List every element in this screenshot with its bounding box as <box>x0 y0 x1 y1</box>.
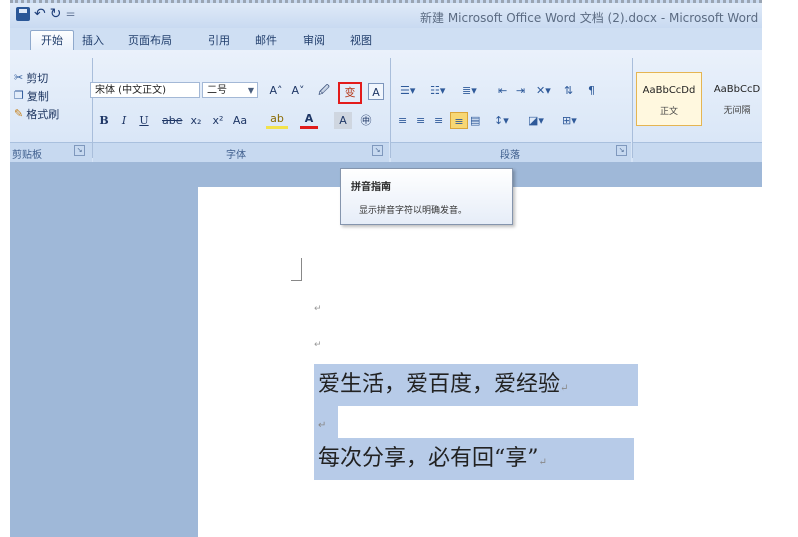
font-size-combo[interactable]: 二号 ▼ <box>202 82 258 98</box>
show-marks-icon[interactable]: ¶ <box>588 82 595 99</box>
clear-formatting-button[interactable]: 🖉 <box>316 82 332 99</box>
font-name-combo[interactable]: 宋体 (中文正文) <box>90 82 200 98</box>
decrease-indent-icon[interactable]: ⇤ <box>498 82 507 99</box>
style-normal[interactable]: AaBbCcDd 正文 <box>636 72 702 126</box>
numbering-icon[interactable]: ☷▾ <box>430 82 445 99</box>
phonetic-guide-tooltip: 拼音指南 显示拼音字符以明确发音。 <box>340 168 513 225</box>
tab-references[interactable]: 引用 <box>208 32 230 48</box>
distribute-icon[interactable]: ▤ <box>470 112 480 129</box>
highlight-color-button[interactable]: ab <box>266 112 288 129</box>
paragraph-dialog-launcher[interactable]: ↘ <box>616 145 627 156</box>
copy-button[interactable]: ❐ 复制 <box>14 88 49 104</box>
style-no-spacing[interactable]: AaBbCcD 无间隔 <box>704 72 762 126</box>
paragraph-mark: ↵ <box>560 383 569 394</box>
style-normal-preview: AaBbCcDd <box>642 85 696 96</box>
document-line-1-text: 爱生活，爱百度，爱经验 <box>318 372 561 397</box>
format-painter-button[interactable]: ✎ 格式刷 <box>14 106 59 122</box>
window-title: 新建 Microsoft Office Word 文档 (2).docx - M… <box>420 11 759 25</box>
clipboard-group-label: 剪贴板 <box>12 150 42 161</box>
paragraph-mark: ↵ <box>314 304 322 314</box>
bold-button[interactable]: B <box>96 112 112 129</box>
borders-icon[interactable]: ⊞▾ <box>562 112 577 129</box>
undo-icon[interactable]: ↶ <box>34 7 46 21</box>
italic-button[interactable]: I <box>116 112 132 129</box>
cut-button[interactable]: ✂ 剪切 <box>14 70 48 86</box>
customize-toolbar-icon[interactable]: = <box>65 7 75 21</box>
style-normal-name: 正文 <box>659 107 678 117</box>
save-icon[interactable] <box>16 7 30 21</box>
paragraph-mark: ↵ <box>538 457 547 468</box>
document-line-2-text: 每次分享，必有回“享” <box>318 446 539 471</box>
chinese-layout-icon[interactable]: ✕▾ <box>536 82 551 99</box>
selection-empty-line: ↵ <box>314 406 338 438</box>
font-name-value: 宋体 (中文正文) <box>95 85 166 96</box>
bullets-icon[interactable]: ☰▾ <box>400 82 415 99</box>
document-line-1[interactable]: 爱生活，爱百度，爱经验↵ <box>314 364 638 406</box>
strikethrough-button[interactable]: abe <box>162 112 183 129</box>
justify-icon[interactable]: ≡ <box>450 112 468 129</box>
tab-mailings[interactable]: 邮件 <box>255 32 277 48</box>
document-page[interactable] <box>198 187 762 537</box>
document-line-2[interactable]: 每次分享，必有回“享”↵ <box>314 438 634 480</box>
copy-icon: ❐ <box>14 89 24 102</box>
subscript-button[interactable]: x₂ <box>188 112 204 129</box>
change-case-button[interactable]: Aa <box>232 112 248 129</box>
character-border-button[interactable]: A <box>368 83 384 100</box>
redo-icon[interactable]: ↻ <box>50 7 62 21</box>
font-size-value: 二号 <box>207 85 227 96</box>
format-painter-label: 格式刷 <box>26 108 60 121</box>
align-right-icon[interactable]: ≡ <box>434 112 443 129</box>
clipboard-dialog-launcher[interactable]: ↘ <box>74 145 85 156</box>
grow-font-button[interactable]: A˄ <box>268 82 284 99</box>
cut-label: 剪切 <box>26 72 49 85</box>
quick-access-toolbar: ↶ ↻ = <box>16 7 76 21</box>
phonetic-highlight-box <box>338 82 362 104</box>
style-no-spacing-preview: AaBbCcD <box>713 84 761 95</box>
word-window: ↶ ↻ = 新建 Microsoft Office Word 文档 (2).do… <box>10 0 762 537</box>
tab-review[interactable]: 审阅 <box>303 32 325 48</box>
superscript-button[interactable]: x² <box>210 112 226 129</box>
paragraph-mark: ↵ <box>318 420 327 431</box>
align-center-icon[interactable]: ≡ <box>416 112 425 129</box>
tooltip-description: 显示拼音字符以明确发音。 <box>359 206 468 216</box>
line-spacing-icon[interactable]: ↕▾ <box>494 112 509 129</box>
shrink-font-button[interactable]: A˅ <box>290 82 306 99</box>
paragraph-mark: ↵ <box>314 340 322 350</box>
tab-insert[interactable]: 插入 <box>82 32 104 48</box>
margin-corner-mark <box>291 258 302 281</box>
align-left-icon[interactable]: ≡ <box>398 112 407 129</box>
character-shading-button[interactable]: A <box>334 112 352 129</box>
style-no-spacing-name: 无间隔 <box>723 106 751 116</box>
font-group-label: 字体 <box>226 150 246 161</box>
font-color-button[interactable]: A <box>300 112 318 129</box>
title-bar: ↶ ↻ = 新建 Microsoft Office Word 文档 (2).do… <box>10 0 762 28</box>
brush-icon: ✎ <box>14 107 24 120</box>
copy-label: 复制 <box>26 90 49 103</box>
multilevel-list-icon[interactable]: ≣▾ <box>462 82 477 99</box>
increase-indent-icon[interactable]: ⇥ <box>516 82 525 99</box>
tab-home[interactable]: 开始 <box>30 30 74 51</box>
font-dialog-launcher[interactable]: ↘ <box>372 145 383 156</box>
sort-icon[interactable]: ⇅ <box>564 82 573 99</box>
underline-button[interactable]: U <box>136 112 152 129</box>
scissors-icon: ✂ <box>14 71 24 84</box>
tooltip-title: 拼音指南 <box>351 182 391 193</box>
ribbon-tabs: 开始 插入 页面布局 引用 邮件 审阅 视图 <box>10 28 762 51</box>
shading-icon[interactable]: ◪▾ <box>528 112 544 129</box>
chevron-down-icon: ▼ <box>247 86 254 95</box>
enclose-characters-button[interactable]: ㊥ <box>358 112 374 129</box>
tab-page-layout[interactable]: 页面布局 <box>128 32 172 48</box>
tab-view[interactable]: 视图 <box>350 32 372 48</box>
paragraph-group-label: 段落 <box>500 150 520 161</box>
styles-group-footer <box>633 142 762 163</box>
